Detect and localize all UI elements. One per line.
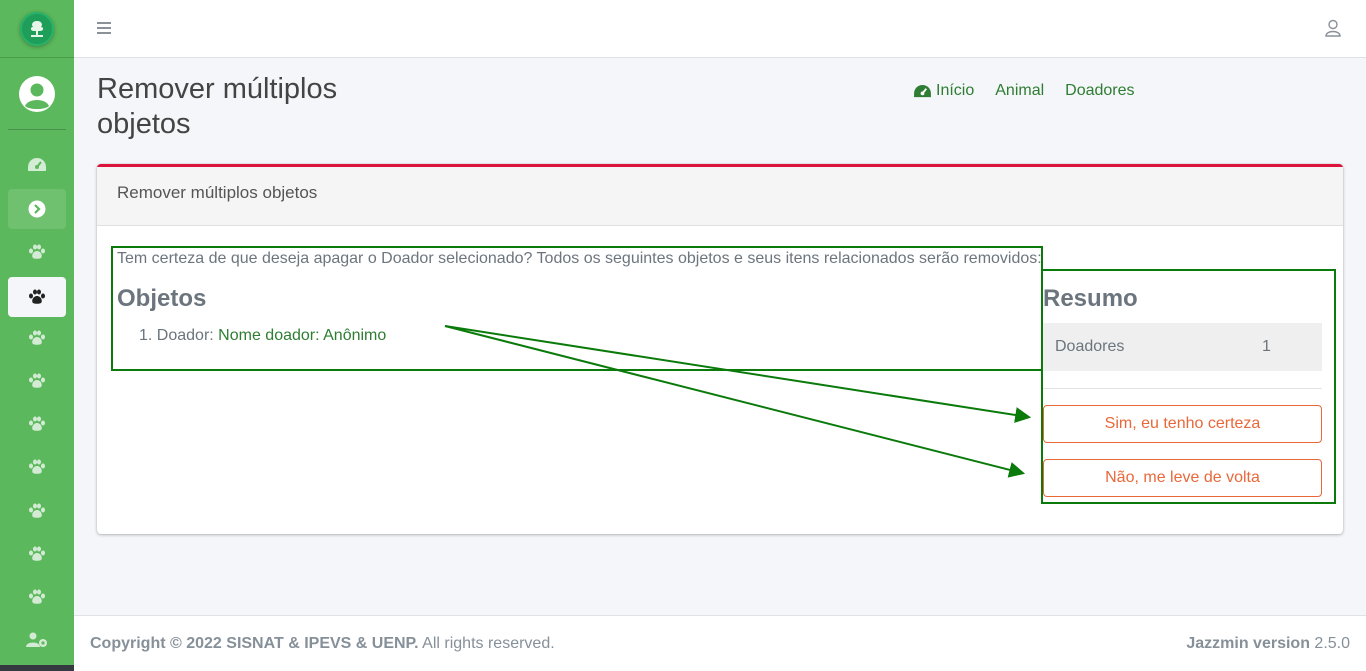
paw-icon [29,416,45,431]
summary-count: 1 [1262,338,1271,355]
copyright-rest: All rights reserved. [418,635,555,652]
list-item-number: 1. [139,327,157,344]
sidebar-item-paw-6[interactable] [8,447,66,487]
breadcrumb-home[interactable]: Início [913,82,974,100]
sidebar-footer-strip [0,665,74,671]
paw-icon [29,244,45,259]
footer-copyright: Copyright © 2022 SISNAT & IPEVS & UENP. … [90,635,555,653]
summary-divider [1043,388,1322,389]
version-label: Jazzmin version [1186,635,1310,652]
breadcrumb: Início Animal Doadores [913,82,1135,100]
tree-logo-icon [30,20,44,37]
paw-icon [29,503,45,518]
user-avatar-icon[interactable] [18,75,56,113]
sidebar-item-paw-4[interactable] [8,361,66,401]
page-title: Remover múltiplos objetos [97,73,338,140]
paw-icon [29,546,45,561]
dashboard-icon [914,84,931,97]
sidebar-item-paw-5[interactable] [8,404,66,444]
sidebar-item-users[interactable] [8,620,66,660]
confirmation-message: Tem certeza de que deseja apagar o Doado… [117,250,1042,267]
confirm-delete-button[interactable]: Sim, eu tenho certeza [1043,405,1322,443]
sidebar-item-doadores[interactable] [8,277,66,317]
breadcrumb-doadores[interactable]: Doadores [1065,82,1134,100]
footer: Copyright © 2022 SISNAT & IPEVS & UENP. … [74,615,1366,671]
version-value: 2.5.0 [1309,635,1350,652]
objects-heading: Objetos [117,285,207,312]
sidebar-item-paw-8[interactable] [8,534,66,574]
user-panel[interactable] [8,58,66,130]
breadcrumb-animal[interactable]: Animal [995,82,1044,100]
summary-heading: Resumo [1043,285,1138,312]
sidebar-item-paw-7[interactable] [8,491,66,531]
object-link[interactable]: Nome doador: Anônimo [218,327,386,344]
breadcrumb-home-label: Início [936,82,975,99]
cancel-go-back-button[interactable]: Não, me leve de volta [1043,459,1322,497]
delete-confirmation-card: Remover múltiplos objetos Tem certeza de… [97,164,1343,534]
chevron-circle-right-icon [28,200,46,218]
brand[interactable] [0,0,74,58]
summary-model-label: Doadores [1055,338,1125,355]
users-cog-icon [26,632,47,647]
paw-icon [29,289,45,304]
sidebar [0,0,74,671]
sidebar-item-toggle[interactable] [8,189,66,229]
paw-icon [29,330,45,345]
object-type-label: Doador: [156,327,214,344]
brand-logo[interactable] [20,11,54,46]
objects-list: 1. Doador: Nome doador: Anônimo [139,327,386,345]
dashboard-icon [28,158,46,171]
summary-table-row: Doadores 1 [1043,323,1322,371]
top-navbar [74,0,1366,58]
paw-icon [29,373,45,388]
sidebar-item-dashboard[interactable] [8,145,66,185]
sidebar-item-paw-1[interactable] [8,232,66,272]
sidebar-item-paw-9[interactable] [8,577,66,617]
user-menu-icon[interactable] [1324,19,1342,37]
sidebar-item-paw-3[interactable] [8,318,66,358]
hamburger-menu-icon[interactable] [96,20,112,36]
paw-icon [29,459,45,474]
card-title: Remover múltiplos objetos [97,167,1343,226]
copyright-bold: Copyright © 2022 SISNAT & IPEVS & UENP. [90,635,419,652]
paw-icon [29,589,45,604]
footer-version: Jazzmin version 2.5.0 [1186,635,1350,653]
